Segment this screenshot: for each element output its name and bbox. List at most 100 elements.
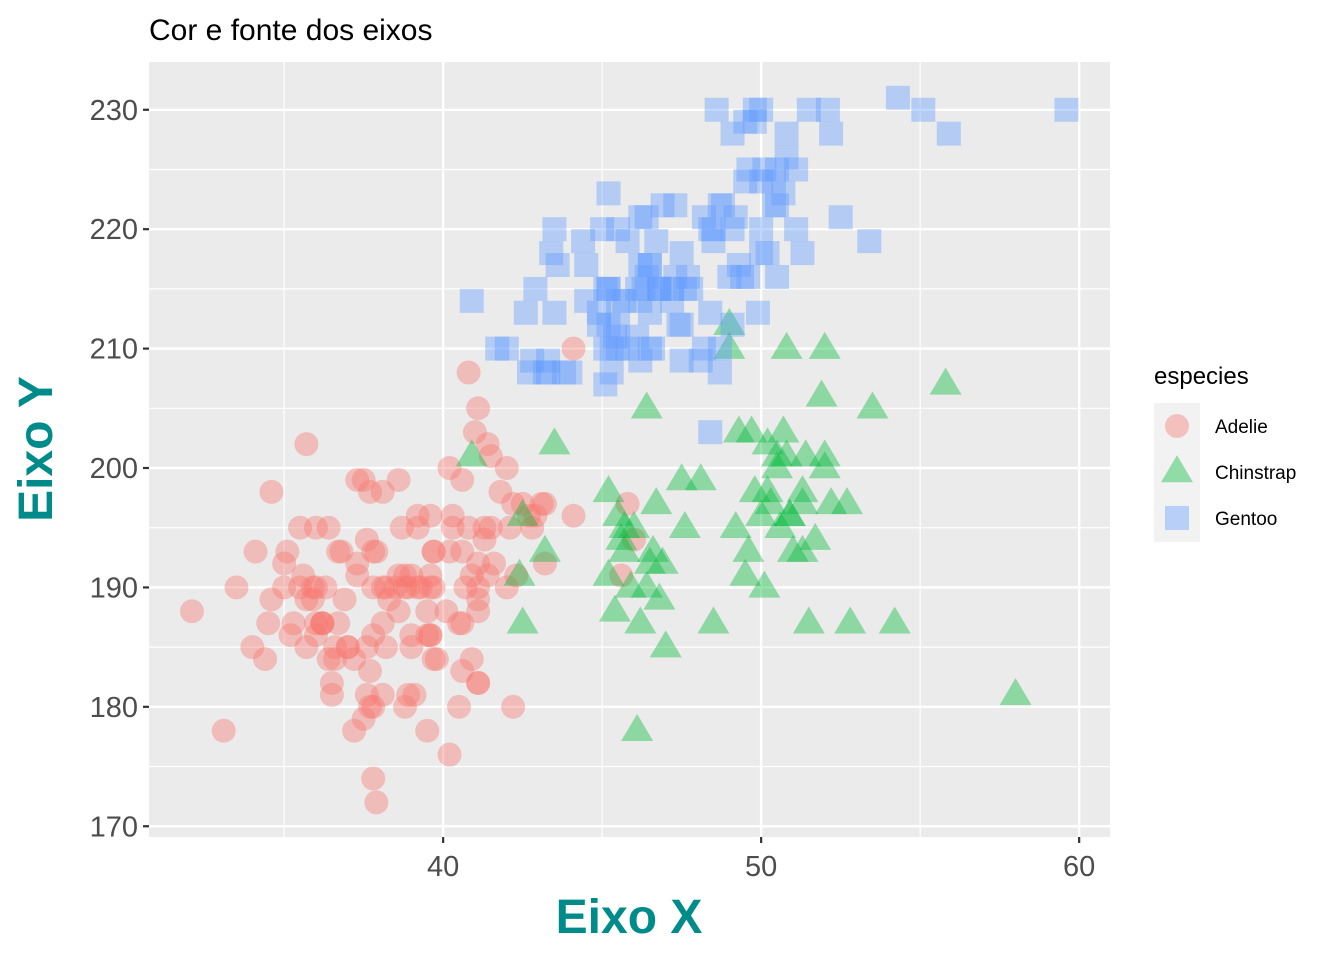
data-point-gentoo	[596, 312, 621, 337]
data-point-adelie	[421, 647, 446, 672]
data-point-adelie	[440, 503, 465, 528]
data-point-adelie	[399, 635, 424, 660]
data-point-gentoo	[819, 121, 844, 146]
data-point-gentoo	[784, 217, 809, 242]
data-point-adelie	[259, 479, 284, 504]
data-point-adelie	[303, 515, 328, 540]
x-tick-label: 50	[745, 851, 777, 883]
data-point-adelie	[358, 659, 383, 684]
legend-title: especies	[1154, 363, 1249, 390]
y-tick-label: 180	[90, 692, 138, 724]
data-point-gentoo	[720, 121, 745, 146]
legend-key-square-icon	[1165, 506, 1189, 530]
data-point-gentoo	[539, 241, 564, 266]
data-point-gentoo	[536, 360, 561, 385]
data-point-gentoo	[698, 300, 723, 325]
data-point-gentoo	[745, 300, 770, 325]
data-point-gentoo	[593, 336, 618, 361]
data-point-adelie	[294, 587, 319, 612]
data-point-gentoo	[733, 169, 758, 194]
data-point-adelie	[351, 467, 376, 492]
data-point-gentoo	[742, 109, 767, 134]
x-tick-label: 60	[1063, 851, 1095, 883]
data-point-adelie	[456, 360, 481, 385]
data-point-adelie	[459, 647, 484, 672]
data-point-adelie	[323, 647, 348, 672]
chart-title: Cor e fonte dos eixos	[149, 14, 433, 47]
data-point-gentoo	[761, 193, 786, 218]
y-tick-label: 230	[90, 95, 138, 127]
plot-panel	[149, 62, 1110, 837]
data-point-gentoo	[885, 85, 910, 110]
data-point-adelie	[447, 694, 472, 719]
data-point-adelie	[437, 742, 462, 767]
data-point-adelie	[529, 491, 554, 516]
data-point-adelie	[561, 336, 586, 361]
data-point-gentoo	[720, 312, 745, 337]
legend-item-gentoo: Gentoo	[1165, 506, 1277, 530]
data-point-gentoo	[513, 300, 538, 325]
data-point-gentoo	[701, 229, 726, 254]
data-point-gentoo	[542, 217, 567, 242]
data-point-gentoo	[698, 420, 723, 445]
data-point-gentoo	[755, 241, 780, 266]
data-point-adelie	[364, 790, 389, 815]
data-point-gentoo	[574, 288, 599, 313]
y-tick-label: 220	[90, 214, 138, 246]
data-point-gentoo	[459, 288, 484, 313]
x-axis-title: Eixo X	[556, 891, 703, 944]
data-point-gentoo	[774, 121, 799, 146]
data-point-adelie	[240, 635, 265, 660]
data-point-adelie	[211, 718, 236, 743]
data-point-adelie	[405, 575, 430, 600]
data-point-gentoo	[596, 181, 621, 206]
x-tick-label: 40	[427, 851, 459, 883]
data-point-gentoo	[641, 336, 666, 361]
y-tick-label: 170	[90, 811, 138, 843]
data-point-adelie	[561, 503, 586, 528]
data-point-adelie	[437, 539, 462, 564]
data-point-adelie	[319, 682, 344, 707]
data-point-gentoo	[574, 253, 599, 278]
y-tick-label: 190	[90, 572, 138, 604]
data-point-adelie	[482, 551, 507, 576]
data-point-gentoo	[784, 157, 809, 182]
data-point-gentoo	[730, 264, 755, 289]
data-point-gentoo	[647, 276, 672, 301]
data-point-gentoo	[542, 300, 567, 325]
data-point-gentoo	[669, 312, 694, 337]
data-point-adelie	[466, 670, 491, 695]
data-point-gentoo	[828, 205, 853, 230]
data-point-gentoo	[1054, 97, 1079, 122]
data-point-adelie	[224, 575, 249, 600]
data-point-adelie	[466, 396, 491, 421]
data-point-adelie	[450, 611, 475, 636]
data-point-adelie	[392, 694, 417, 719]
legend-label: Gentoo	[1215, 509, 1277, 530]
data-point-gentoo	[710, 193, 735, 218]
data-point-gentoo	[688, 348, 713, 373]
data-point-gentoo	[615, 229, 640, 254]
scatter-chart: Cor e fonte dos eixos 170 180 190 200 210 220…	[10, 14, 1296, 944]
y-axis-title: Eixo Y	[10, 376, 63, 522]
y-axis: 170 180 190 200 210 220 230	[90, 95, 149, 843]
data-point-adelie	[437, 456, 462, 481]
data-point-adelie	[294, 432, 319, 457]
legend-label: Adelie	[1215, 417, 1268, 438]
data-point-adelie	[259, 587, 284, 612]
data-point-gentoo	[749, 217, 774, 242]
data-point-gentoo	[911, 97, 936, 122]
legend-label: Chinstrap	[1215, 463, 1296, 484]
data-point-adelie	[415, 718, 440, 743]
data-point-adelie	[361, 539, 386, 564]
data-point-adelie	[370, 611, 395, 636]
data-point-adelie	[179, 599, 204, 624]
data-point-adelie	[291, 563, 316, 588]
data-point-gentoo	[704, 97, 729, 122]
data-point-gentoo	[796, 97, 821, 122]
data-point-gentoo	[644, 229, 669, 254]
data-point-gentoo	[790, 241, 815, 266]
data-point-adelie	[383, 575, 408, 600]
y-tick-label: 210	[90, 334, 138, 366]
data-point-adelie	[256, 611, 281, 636]
